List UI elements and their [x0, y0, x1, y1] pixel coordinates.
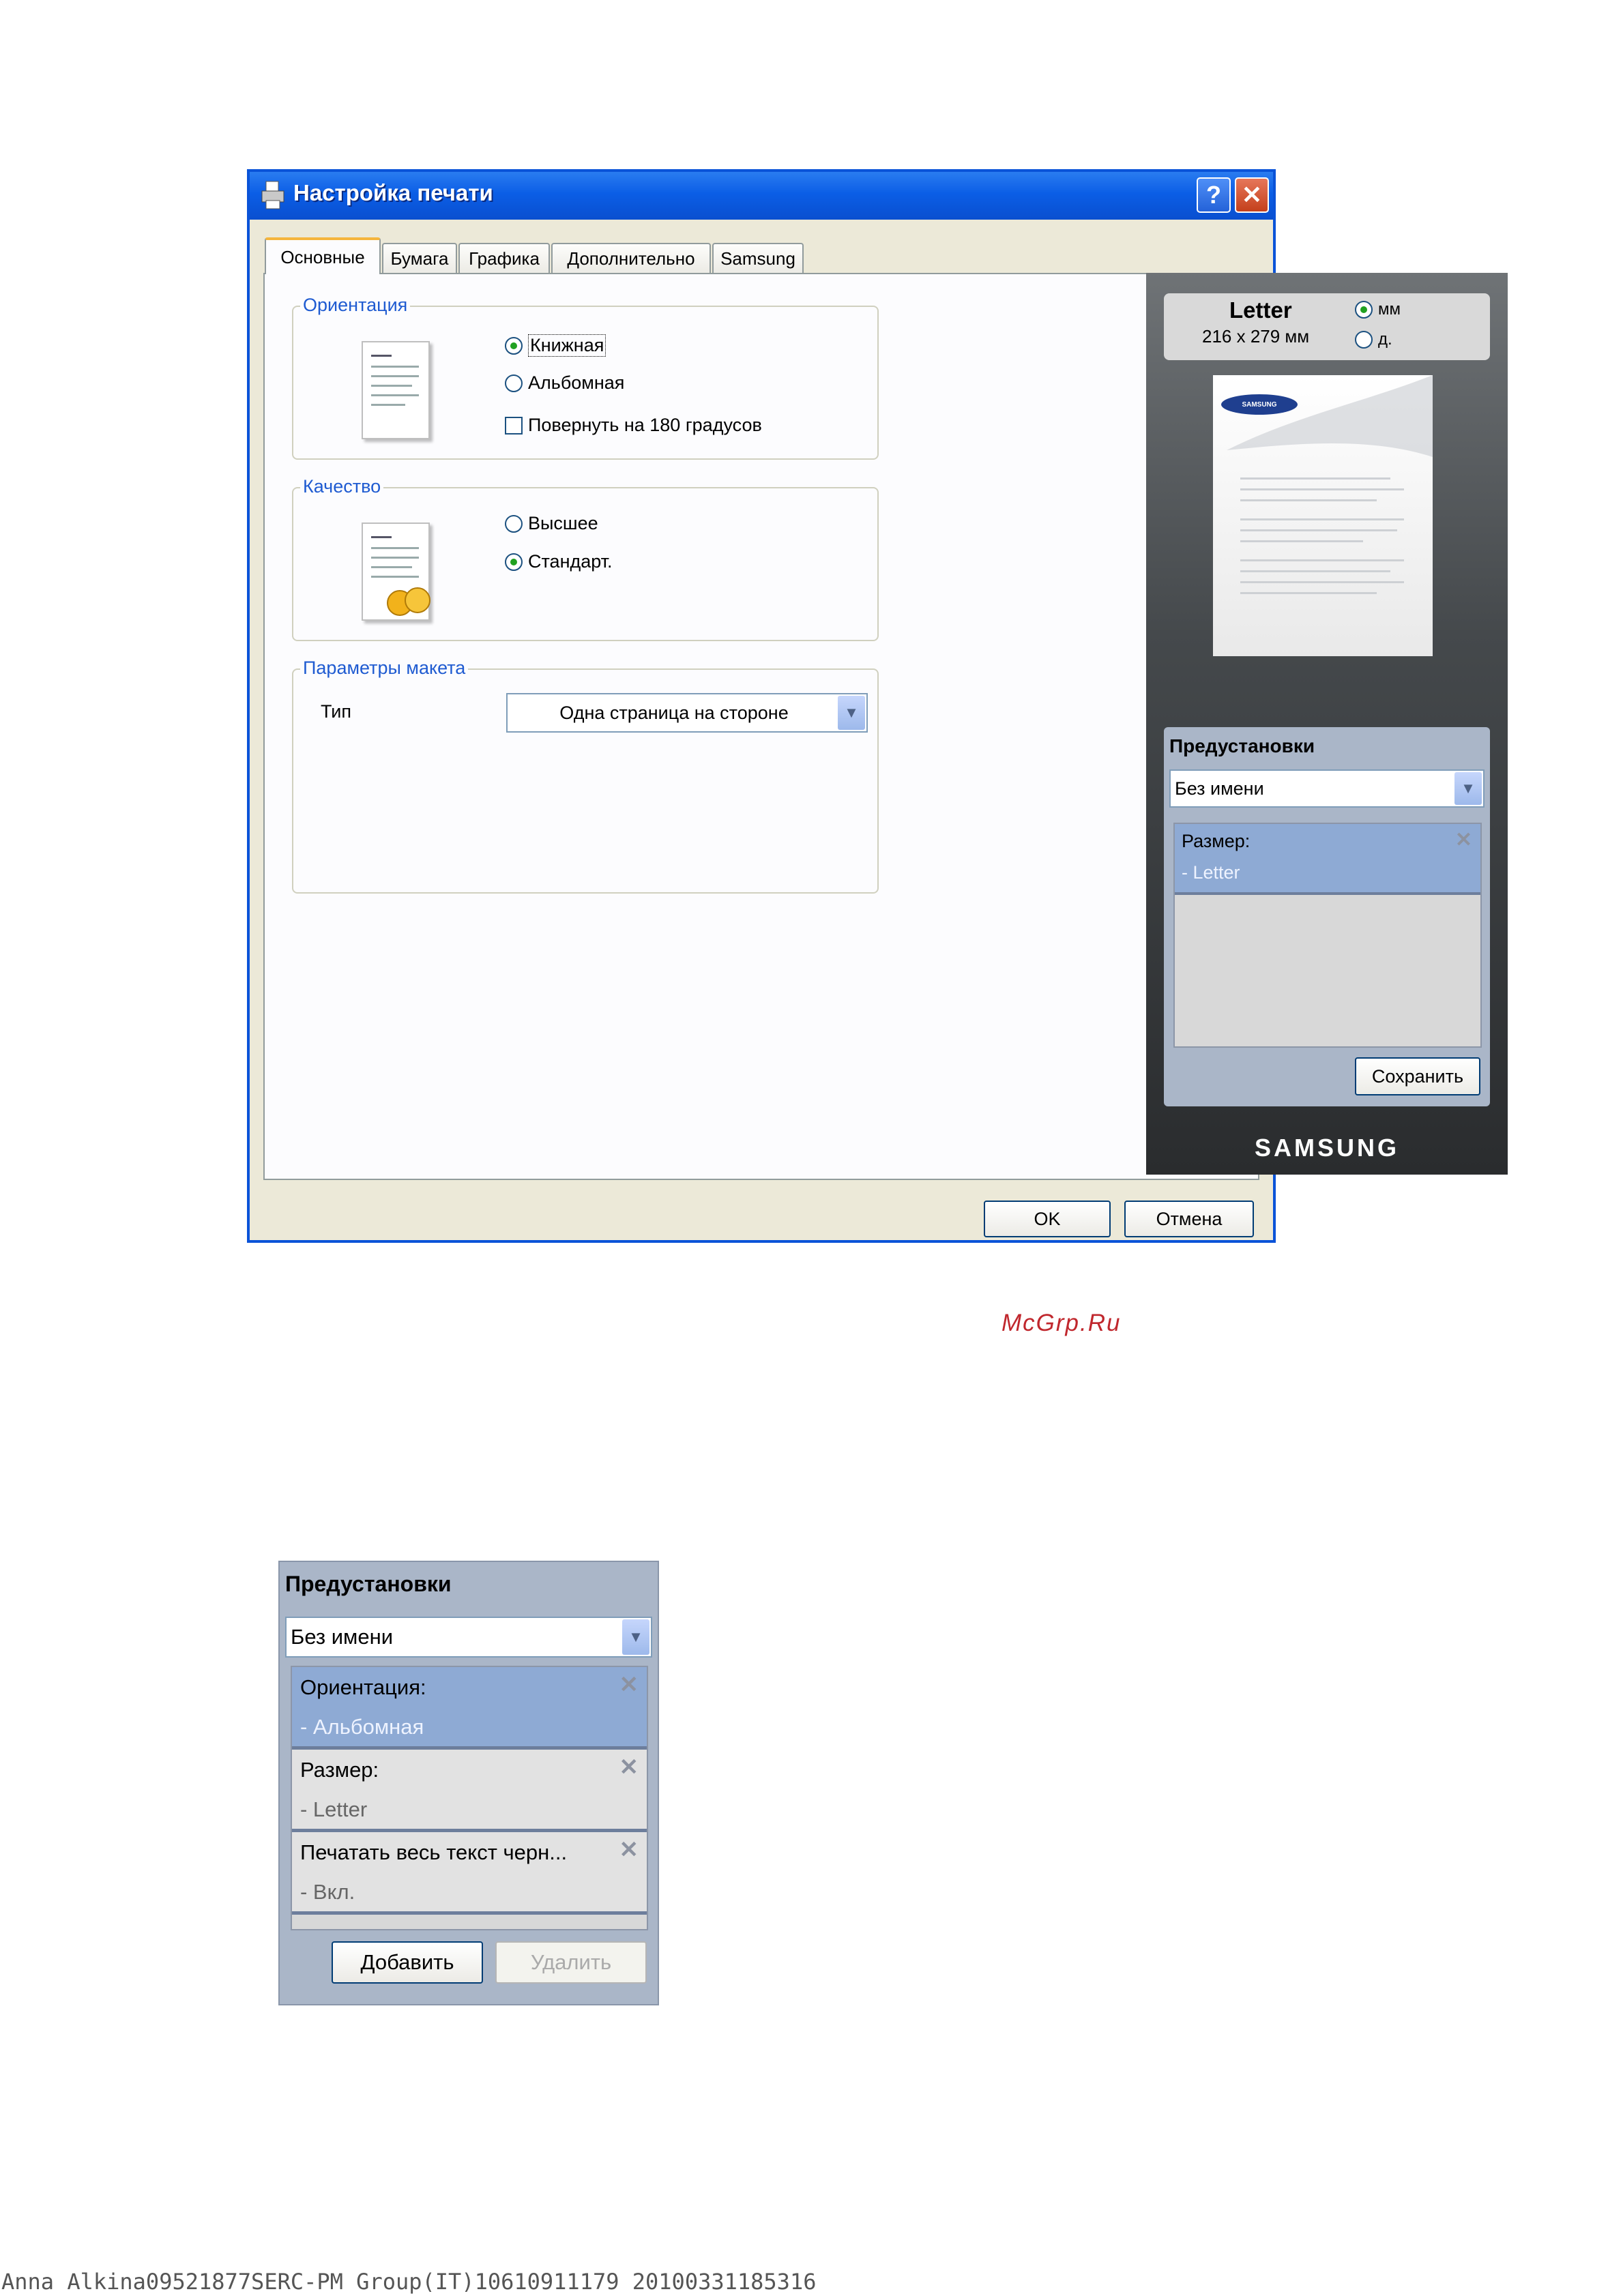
tab-basic[interactable]: Основные — [265, 237, 381, 274]
layout-group: Параметры макета Тип Одна страница на ст… — [292, 658, 879, 894]
preset-select[interactable]: Без имени ▼ — [285, 1617, 652, 1658]
paper-name: Letter — [1229, 297, 1292, 323]
portrait-option[interactable]: Книжная — [505, 334, 606, 357]
unit-mm-option[interactable]: мм — [1355, 300, 1401, 319]
rotate-label: Повернуть на 180 градусов — [528, 415, 762, 435]
unit-inch-label: д. — [1378, 330, 1392, 349]
page-preview: SAMSUNG — [1213, 375, 1433, 656]
unit-inch-option[interactable]: д. — [1355, 330, 1392, 349]
portrait-radio[interactable] — [505, 336, 523, 355]
portrait-label: Книжная — [528, 334, 606, 357]
preset-item-key: Ориентация: — [300, 1675, 426, 1699]
chevron-down-icon[interactable]: ▼ — [1454, 772, 1482, 805]
preset-item-black-text[interactable]: Печатать весь текст черн... - Вкл. ✕ — [292, 1832, 647, 1915]
best-quality-label: Высшее — [528, 513, 598, 533]
toner-drops-icon — [387, 587, 430, 616]
footer-text: Anna Alkina09521877SERC-PM Group(IT)1061… — [1, 2269, 817, 2295]
tab-samsung[interactable]: Samsung — [712, 243, 804, 273]
quality-page-icon — [362, 523, 430, 621]
rotate-option[interactable]: Повернуть на 180 градусов — [505, 415, 762, 436]
tab-advanced[interactable]: Дополнительно — [551, 243, 711, 273]
cancel-button[interactable]: Отмена — [1124, 1201, 1254, 1237]
remove-icon[interactable]: ✕ — [619, 1671, 639, 1698]
presets-panel-expanded: Предустановки Без имени ▼ Ориентация: - … — [278, 1561, 659, 2005]
preset-item-key: Размер: — [300, 1758, 379, 1782]
unit-mm-radio[interactable] — [1355, 301, 1373, 319]
tab-paper[interactable]: Бумага — [382, 243, 457, 273]
watermark-text: McGrp.Ru — [1001, 1310, 1122, 1336]
preset-items-list: Размер: - Letter ✕ — [1173, 823, 1482, 1048]
quality-group-label: Качество — [300, 476, 384, 497]
samsung-logo: SAMSUNG — [1254, 1134, 1399, 1162]
printer-icon — [259, 180, 287, 210]
preset-item-value: - Letter — [1182, 862, 1240, 883]
chevron-down-icon[interactable]: ▼ — [838, 696, 865, 730]
chevron-down-icon[interactable]: ▼ — [622, 1619, 649, 1655]
presets-panel: Предустановки Без имени ▼ Размер: - Lett… — [1164, 727, 1490, 1106]
preset-item-size[interactable]: Размер: - Letter ✕ — [1175, 824, 1480, 895]
remove-icon[interactable]: ✕ — [1455, 828, 1472, 852]
standard-quality-option[interactable]: Стандарт. — [505, 551, 613, 572]
preset-item-value: - Вкл. — [300, 1880, 355, 1904]
layout-type-value: Одна страница на стороне — [559, 702, 789, 723]
preset-item-key: Размер: — [1182, 831, 1251, 851]
orientation-group: Ориентация Книжная Альбомная Повернуть н… — [292, 295, 879, 460]
landscape-radio[interactable] — [505, 374, 523, 392]
paper-size-box: Letter 216 x 279 мм мм д. — [1164, 293, 1490, 360]
unit-inch-radio[interactable] — [1355, 331, 1373, 349]
preset-item-value: - Letter — [300, 1797, 368, 1821]
save-preset-button[interactable]: Сохранить — [1355, 1057, 1480, 1095]
preset-item-key: Печатать весь текст черн... — [300, 1840, 568, 1864]
layout-group-label: Параметры макета — [300, 658, 469, 679]
help-button[interactable]: ? — [1197, 177, 1231, 213]
add-preset-button[interactable]: Добавить — [332, 1941, 483, 1984]
portrait-page-icon — [362, 341, 430, 439]
preset-selected-value: Без имени — [291, 1625, 394, 1649]
preset-item-size[interactable]: Размер: - Letter ✕ — [292, 1750, 647, 1832]
preset-item-value: - Альбомная — [300, 1715, 424, 1739]
ok-button[interactable]: OK — [984, 1201, 1111, 1237]
landscape-label: Альбомная — [528, 372, 625, 393]
standard-quality-label: Стандарт. — [528, 551, 613, 572]
preset-item-orientation[interactable]: Ориентация: - Альбомная ✕ — [292, 1667, 647, 1750]
paper-dimensions: 216 x 279 мм — [1202, 326, 1310, 347]
tab-graphics[interactable]: Графика — [458, 243, 550, 273]
print-settings-dialog: Настройка печати ? ✕ Основные Бумага Гра… — [247, 169, 1508, 1336]
preset-selected-value: Без имени — [1175, 778, 1264, 799]
close-button[interactable]: ✕ — [1235, 177, 1269, 213]
preview-panel: Letter 216 x 279 мм мм д. SAMSUNG Предус… — [1146, 273, 1508, 1175]
tab-page-basic: Ориентация Книжная Альбомная Повернуть н… — [263, 273, 1259, 1336]
standard-quality-radio[interactable] — [505, 553, 523, 571]
unit-mm-label: мм — [1378, 300, 1401, 319]
best-quality-radio[interactable] — [505, 514, 523, 533]
title-bar[interactable]: Настройка печати ? ✕ — [250, 172, 1273, 220]
landscape-option[interactable]: Альбомная — [505, 372, 624, 394]
remove-icon[interactable]: ✕ — [619, 1836, 639, 1864]
quality-group: Качество Высшее Стандарт. — [292, 476, 879, 641]
rotate-checkbox[interactable] — [505, 416, 523, 435]
dialog-title: Настройка печати — [293, 180, 493, 205]
orientation-group-label: Ориентация — [300, 295, 411, 316]
remove-icon[interactable]: ✕ — [619, 1754, 639, 1781]
presets-title: Предустановки — [1169, 735, 1315, 756]
layout-type-select[interactable]: Одна страница на стороне ▼ — [506, 693, 868, 733]
layout-type-label: Тип — [321, 701, 352, 722]
preset-select[interactable]: Без имени ▼ — [1169, 769, 1485, 808]
delete-preset-button[interactable]: Удалить — [495, 1941, 647, 1984]
preview-swoosh-graphic — [1227, 375, 1433, 457]
best-quality-option[interactable]: Высшее — [505, 513, 598, 534]
preset-items-list: Ориентация: - Альбомная ✕ Размер: - Lett… — [291, 1666, 648, 1930]
presets-title: Предустановки — [285, 1572, 452, 1596]
